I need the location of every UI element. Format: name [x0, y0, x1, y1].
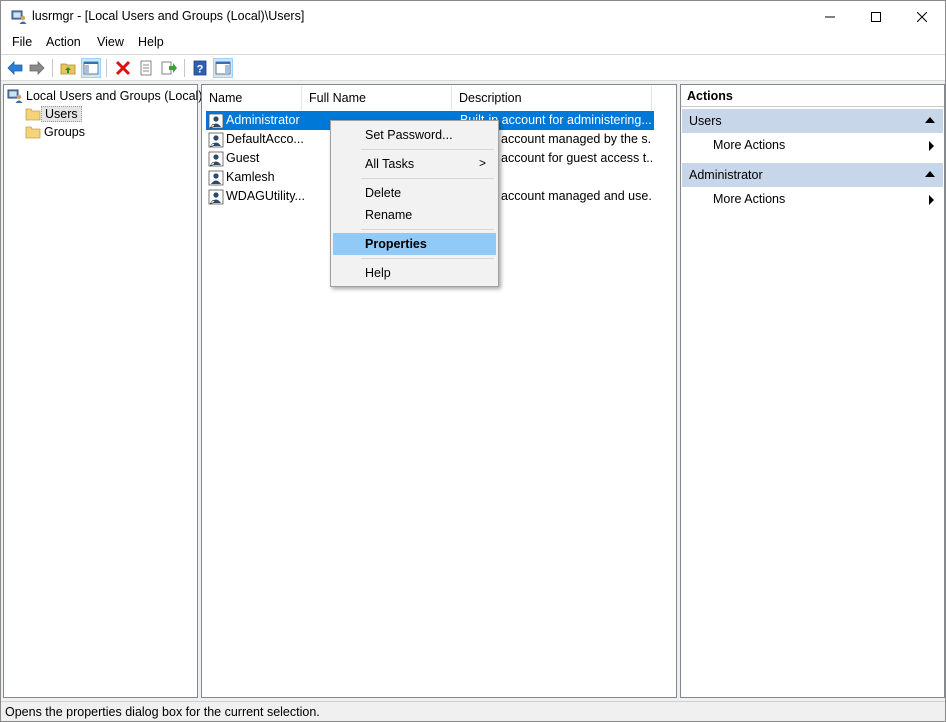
menu-item-label: All Tasks	[365, 157, 415, 171]
back-icon	[7, 61, 23, 75]
submenu-chevron-icon: >	[478, 156, 486, 170]
user-icon	[208, 132, 224, 148]
actions-title: Actions	[681, 85, 944, 107]
menu-view[interactable]: View	[97, 35, 124, 49]
minimize-button[interactable]	[807, 1, 853, 32]
more-actions-administrator[interactable]: More Actions	[713, 192, 942, 206]
cell-name: Administrator	[226, 113, 300, 127]
tree-root[interactable]: Local Users and Groups (Local)	[7, 87, 205, 105]
actions-section-label: Users	[689, 114, 722, 128]
menu-item-all-tasks[interactable]: All Tasks >	[333, 153, 496, 175]
toolbar: ?	[1, 54, 945, 81]
back-button[interactable]	[5, 58, 25, 78]
up-one-level-button[interactable]	[58, 58, 78, 78]
menu-item-label: Properties	[365, 237, 427, 251]
more-actions-users[interactable]: More Actions	[713, 138, 942, 152]
menu-separator	[361, 178, 494, 179]
tree-item-groups[interactable]: Groups	[25, 123, 88, 141]
forward-icon	[29, 61, 45, 75]
window-title: lusrmgr - [Local Users and Groups (Local…	[32, 9, 305, 23]
status-bar: Opens the properties dialog box for the …	[1, 701, 945, 721]
menu-item-label: Rename	[365, 208, 413, 222]
toolbar-separator	[184, 59, 185, 77]
up-folder-icon	[60, 63, 76, 75]
menu-bar: File Action View Help	[1, 32, 945, 54]
column-header-description[interactable]: Description	[452, 86, 652, 110]
title-bar: lusrmgr - [Local Users and Groups (Local…	[1, 1, 945, 32]
app-window: lusrmgr - [Local Users and Groups (Local…	[0, 0, 946, 722]
cell-name: DefaultAcco...	[226, 132, 304, 146]
show-hide-action-pane-icon	[215, 61, 231, 75]
maximize-icon	[871, 11, 881, 22]
close-icon	[917, 11, 927, 22]
tree-root-label: Local Users and Groups (Local)	[26, 89, 203, 103]
tree-item-label: Users	[41, 106, 82, 122]
help-button[interactable]: ?	[190, 58, 210, 78]
export-list-button[interactable]	[159, 58, 179, 78]
list-header: Name Full Name Description	[202, 86, 676, 110]
user-icon	[208, 170, 224, 186]
more-actions-label: More Actions	[713, 138, 786, 152]
cell-description: account for guest access t...	[501, 151, 652, 165]
cell-description: account managed by the s...	[501, 132, 652, 146]
menu-item-help[interactable]: Help	[333, 262, 496, 284]
help-icon: ?	[193, 60, 207, 76]
cell-name: Kamlesh	[226, 170, 275, 184]
column-header-name[interactable]: Name	[202, 86, 302, 110]
menu-separator	[361, 229, 494, 230]
submenu-arrow-icon	[929, 195, 934, 205]
actions-section-label: Administrator	[689, 168, 763, 182]
column-header-full-name[interactable]: Full Name	[302, 86, 452, 110]
collapse-up-icon[interactable]	[925, 171, 935, 177]
menu-item-properties[interactable]: Properties	[333, 233, 496, 255]
toolbar-separator	[52, 59, 53, 77]
actions-pane: Actions Users More Actions Administrator…	[680, 84, 945, 698]
menu-file[interactable]: File	[12, 35, 32, 49]
computer-users-icon	[11, 10, 27, 24]
delete-icon	[115, 60, 131, 76]
user-icon	[208, 189, 224, 205]
menu-action[interactable]: Action	[46, 35, 81, 49]
properties-button[interactable]	[136, 58, 156, 78]
console-tree: Local Users and Groups (Local) Users Gro…	[3, 84, 202, 698]
menu-help[interactable]: Help	[138, 35, 164, 49]
menu-item-label: Help	[365, 266, 391, 280]
show-hide-action-pane-button[interactable]	[213, 58, 233, 78]
export-list-icon	[161, 61, 177, 75]
user-icon	[208, 113, 224, 129]
actions-section-users[interactable]: Users	[682, 109, 943, 133]
toolbar-separator	[106, 59, 107, 77]
tree-item-users[interactable]: Users	[25, 105, 82, 123]
menu-item-rename[interactable]: Rename	[333, 204, 496, 226]
svg-text:?: ?	[197, 64, 204, 76]
folder-icon	[25, 126, 41, 139]
cell-name: WDAGUtility...	[226, 189, 304, 203]
show-hide-tree-button[interactable]	[81, 58, 101, 78]
show-hide-tree-icon	[83, 61, 99, 75]
forward-button[interactable]	[27, 58, 47, 78]
cell-name: Guest	[226, 151, 260, 165]
submenu-arrow-icon	[929, 141, 934, 151]
minimize-icon	[825, 16, 835, 17]
menu-item-label: Set Password...	[365, 128, 453, 142]
delete-button[interactable]	[113, 58, 133, 78]
close-button[interactable]	[899, 1, 945, 32]
cell-description: account managed and use...	[501, 189, 652, 203]
menu-separator	[361, 149, 494, 150]
context-menu: Set Password... All Tasks > Delete Renam…	[330, 120, 499, 287]
collapse-up-icon[interactable]	[925, 117, 935, 123]
user-icon	[208, 151, 224, 167]
menu-item-label: Delete	[365, 186, 402, 200]
tree-item-label: Groups	[44, 125, 85, 139]
folder-icon	[25, 108, 41, 121]
menu-separator	[361, 258, 494, 259]
menu-item-set-password[interactable]: Set Password...	[333, 124, 496, 146]
local-users-groups-icon	[7, 89, 23, 103]
properties-icon	[140, 60, 152, 76]
actions-section-administrator[interactable]: Administrator	[682, 163, 943, 187]
maximize-button[interactable]	[853, 1, 899, 32]
menu-item-delete[interactable]: Delete	[333, 182, 496, 204]
more-actions-label: More Actions	[713, 192, 786, 206]
